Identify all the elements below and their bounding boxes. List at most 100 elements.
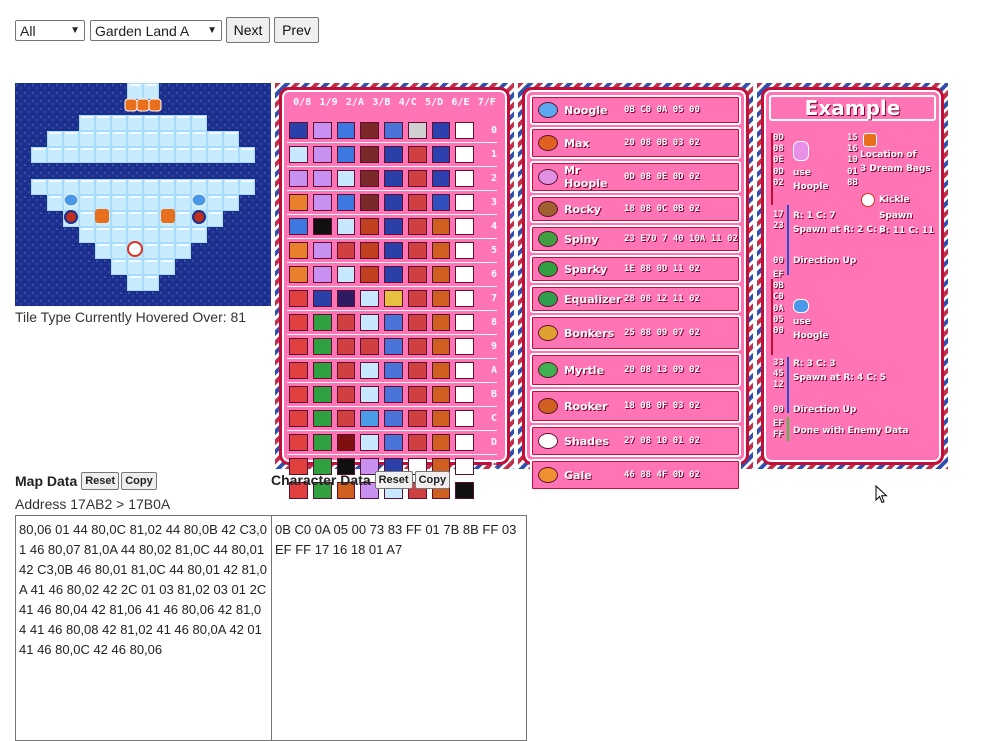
- tile-cell[interactable]: [455, 386, 475, 403]
- tile-cell[interactable]: [455, 338, 475, 355]
- tile-cell[interactable]: [289, 218, 308, 235]
- map-copy-button[interactable]: Copy: [121, 472, 157, 490]
- tile-cell[interactable]: [455, 458, 475, 475]
- ice-tile-band[interactable]: [47, 131, 239, 147]
- tile-cell[interactable]: [360, 242, 380, 259]
- tile-cell[interactable]: [407, 242, 427, 259]
- tile-cell[interactable]: [336, 434, 356, 451]
- character-reset-button[interactable]: Reset: [374, 471, 413, 489]
- tile-cell[interactable]: [431, 146, 451, 163]
- tile-cell[interactable]: [384, 218, 403, 235]
- tile-cell[interactable]: [336, 122, 356, 139]
- tile-cell[interactable]: [336, 290, 356, 307]
- tile-cell[interactable]: [407, 266, 427, 283]
- tile-cell[interactable]: [312, 386, 332, 403]
- tile-cell[interactable]: [431, 314, 451, 331]
- ice-tile-band[interactable]: [95, 243, 191, 259]
- tile-cell[interactable]: [384, 362, 403, 379]
- tile-cell[interactable]: [360, 338, 380, 355]
- tile-cell[interactable]: [455, 362, 475, 379]
- tile-cell[interactable]: [360, 434, 380, 451]
- tile-cell[interactable]: [360, 266, 380, 283]
- tile-cell[interactable]: [360, 170, 380, 187]
- tile-cell[interactable]: [360, 410, 380, 427]
- level-map-canvas[interactable]: [15, 83, 271, 306]
- tile-cell[interactable]: [289, 290, 308, 307]
- tile-cell[interactable]: [455, 266, 475, 283]
- tile-cell[interactable]: [336, 314, 356, 331]
- tile-cell[interactable]: [431, 122, 451, 139]
- tile-cell[interactable]: [407, 290, 427, 307]
- tile-cell[interactable]: [431, 218, 451, 235]
- prev-button[interactable]: Prev: [274, 17, 319, 43]
- ice-tile-band[interactable]: [111, 259, 175, 275]
- character-copy-button[interactable]: Copy: [414, 471, 451, 489]
- tile-cell[interactable]: [360, 146, 380, 163]
- tile-cell[interactable]: [289, 170, 308, 187]
- tile-cell[interactable]: [431, 338, 451, 355]
- tile-cell[interactable]: [431, 170, 451, 187]
- tile-cell[interactable]: [289, 386, 308, 403]
- tile-cell[interactable]: [431, 362, 451, 379]
- tile-cell[interactable]: [407, 170, 427, 187]
- ice-tile-band[interactable]: [127, 275, 159, 291]
- tile-cell[interactable]: [312, 146, 332, 163]
- tile-cell[interactable]: [360, 290, 380, 307]
- tile-cell[interactable]: [312, 338, 332, 355]
- tile-cell[interactable]: [289, 362, 308, 379]
- tile-cell[interactable]: [431, 386, 451, 403]
- tile-cell[interactable]: [312, 434, 332, 451]
- tile-cell[interactable]: [336, 266, 356, 283]
- tile-cell[interactable]: [384, 386, 403, 403]
- ice-tile-band[interactable]: [31, 179, 255, 195]
- tile-cell[interactable]: [312, 170, 332, 187]
- tile-cell[interactable]: [289, 122, 308, 139]
- tile-cell[interactable]: [289, 338, 308, 355]
- tile-cell[interactable]: [336, 338, 356, 355]
- tile-cell[interactable]: [384, 410, 403, 427]
- ice-tile-band[interactable]: [79, 115, 207, 131]
- tile-cell[interactable]: [407, 314, 427, 331]
- tile-cell[interactable]: [455, 194, 475, 211]
- tile-cell[interactable]: [360, 314, 380, 331]
- ice-tile-band[interactable]: [127, 83, 159, 99]
- ice-tile-band[interactable]: [31, 147, 255, 163]
- tile-cell[interactable]: [312, 290, 332, 307]
- tile-cell[interactable]: [407, 194, 427, 211]
- tile-cell[interactable]: [407, 386, 427, 403]
- tile-cell[interactable]: [289, 146, 308, 163]
- tile-cell[interactable]: [455, 170, 475, 187]
- tile-cell[interactable]: [384, 314, 403, 331]
- tile-cell[interactable]: [431, 194, 451, 211]
- tile-cell[interactable]: [336, 410, 356, 427]
- tile-cell[interactable]: [384, 338, 403, 355]
- level-map[interactable]: [15, 83, 271, 306]
- tile-cell[interactable]: [360, 362, 380, 379]
- tile-cell[interactable]: [312, 122, 332, 139]
- tile-cell[interactable]: [384, 266, 403, 283]
- tile-cell[interactable]: [455, 314, 475, 331]
- tile-cell[interactable]: [336, 170, 356, 187]
- tile-cell[interactable]: [455, 482, 475, 499]
- tile-cell[interactable]: [312, 218, 332, 235]
- tile-cell[interactable]: [336, 242, 356, 259]
- tile-cell[interactable]: [360, 122, 380, 139]
- tile-cell[interactable]: [336, 194, 356, 211]
- tile-cell[interactable]: [407, 338, 427, 355]
- tile-cell[interactable]: [312, 362, 332, 379]
- tile-cell[interactable]: [407, 410, 427, 427]
- tile-cell[interactable]: [384, 122, 403, 139]
- tile-cell[interactable]: [431, 266, 451, 283]
- tile-cell[interactable]: [384, 194, 403, 211]
- tile-cell[interactable]: [431, 290, 451, 307]
- tile-cell[interactable]: [407, 218, 427, 235]
- tile-cell[interactable]: [384, 434, 403, 451]
- tile-cell[interactable]: [455, 410, 475, 427]
- tile-grid[interactable]: 0 1 2 3 4 5 6 7 8 9 A B C D E F: [287, 119, 497, 503]
- tile-cell[interactable]: [360, 218, 380, 235]
- character-data-textarea[interactable]: 0B C0 0A 05 00 73 83 FF 01 7B 8B FF 03 E…: [271, 515, 527, 741]
- tile-cell[interactable]: [336, 362, 356, 379]
- tile-cell[interactable]: [289, 434, 308, 451]
- area-select[interactable]: Garden Land A ▼: [90, 20, 222, 41]
- map-reset-button[interactable]: Reset: [81, 472, 120, 490]
